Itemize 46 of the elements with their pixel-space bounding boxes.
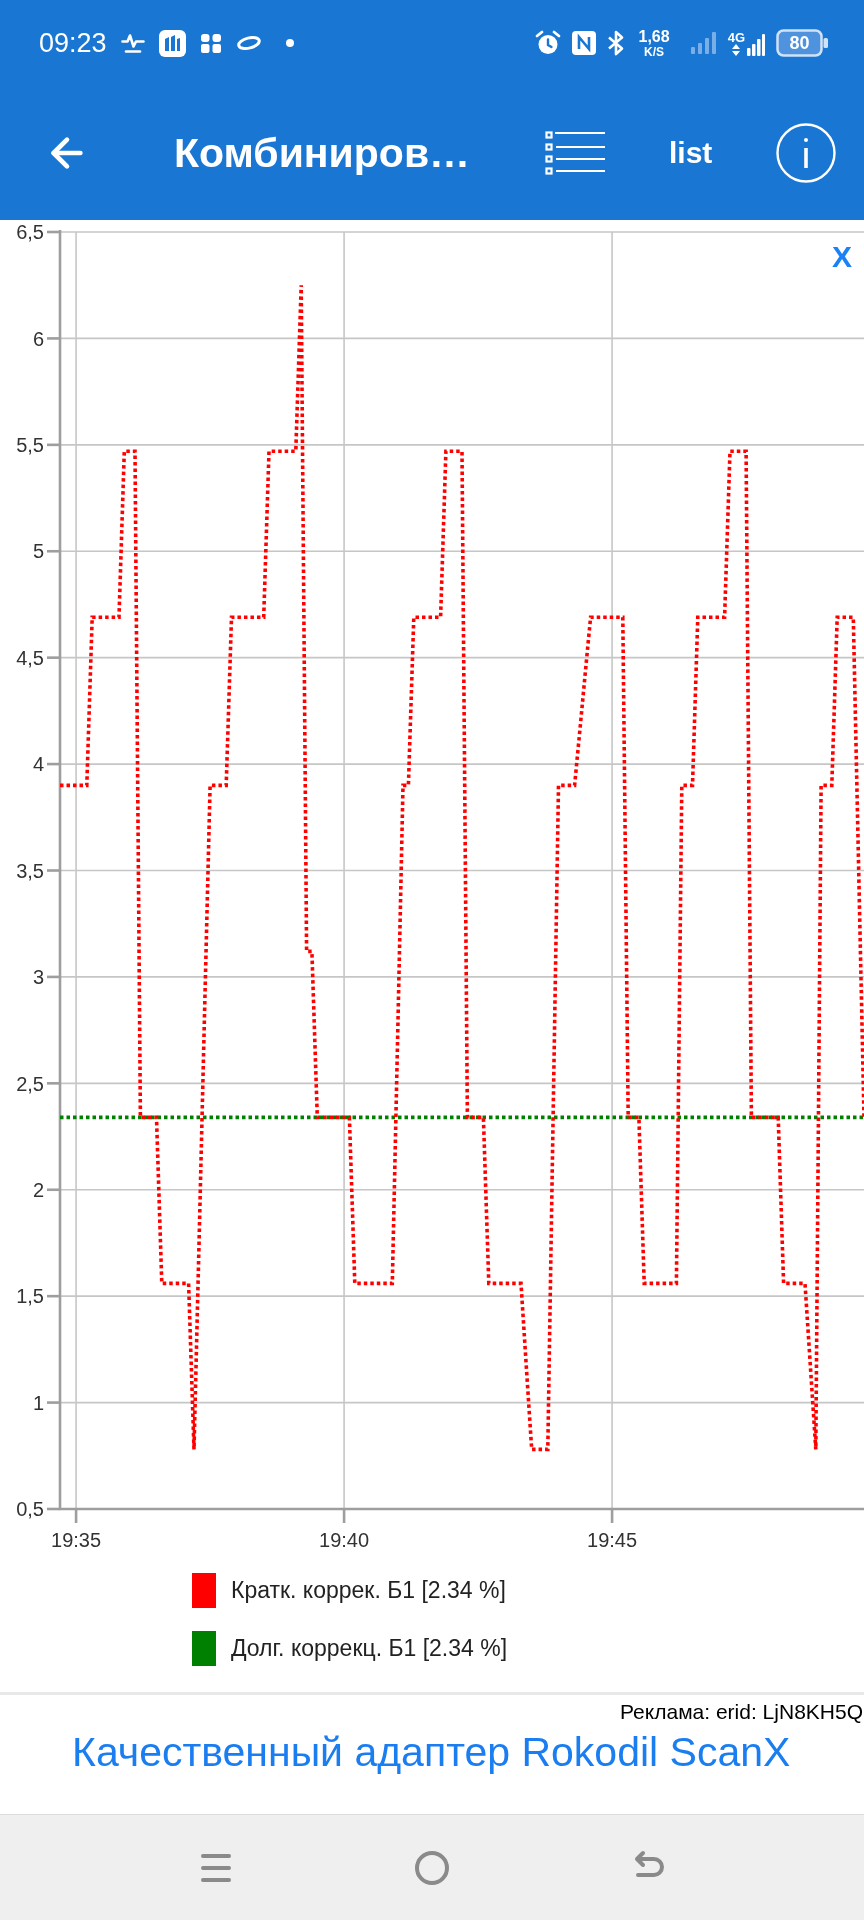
x-axis-label: 19:45 <box>587 1529 638 1551</box>
home-icon <box>414 1849 450 1886</box>
ring-icon <box>235 35 262 51</box>
grid-icon <box>199 32 222 54</box>
list-icon <box>545 131 605 175</box>
info-button[interactable] <box>776 123 836 183</box>
info-icon <box>776 123 836 183</box>
y-axis-label: 3 <box>32 966 44 989</box>
y-axis-label: 5 <box>32 540 44 563</box>
ad-label: Реклама: erid: LjN8KH5Q <box>620 1700 863 1724</box>
x-axis-label: 19:40 <box>319 1529 370 1551</box>
y-axis-label: 3,5 <box>16 859 44 882</box>
x-axis-label: 19:35 <box>51 1529 102 1551</box>
legend-label: Кратк. коррек. Б1 [2.34 %] <box>231 1579 506 1602</box>
alarm-icon <box>534 30 561 56</box>
bluetooth-icon <box>606 30 625 56</box>
y-axis-label: 6,5 <box>16 221 44 244</box>
list-button[interactable]: list <box>669 138 713 168</box>
y-axis-label: 1 <box>32 1391 44 1414</box>
y-axis-label: 2 <box>32 1178 44 1201</box>
network-speed-unit: K/S <box>644 45 665 58</box>
clock-time: 09:23 <box>39 29 107 57</box>
y-axis-label: 1,5 <box>16 1285 44 1308</box>
y-axis-label: 0,5 <box>16 1498 44 1521</box>
nfc-icon <box>571 31 596 55</box>
y-axis-label: 2,5 <box>16 1072 44 1095</box>
activity-icon <box>120 32 145 54</box>
legend-label: Долг. коррекц. Б1 [2.34 %] <box>231 1637 508 1660</box>
data-arrows-icon <box>732 43 741 56</box>
network-speed: 1,68 <box>638 28 670 45</box>
network-type: 4G <box>727 30 745 44</box>
signal-icon <box>747 33 765 56</box>
screen-title: Комбиниров… <box>174 132 472 174</box>
battery-icon <box>776 29 828 57</box>
ad-link[interactable]: Качественный адаптер Rokodil ScanX <box>72 1728 791 1776</box>
home-button[interactable] <box>414 1849 450 1886</box>
close-button[interactable]: X <box>832 242 852 272</box>
bar-chart-icon <box>158 29 186 57</box>
dot-icon <box>285 39 294 47</box>
battery-level: 80 <box>789 34 810 52</box>
signal-icon <box>690 32 717 54</box>
y-axis-label: 5,5 <box>16 434 44 457</box>
list-view-button[interactable] <box>545 131 605 175</box>
y-axis-label: 6 <box>32 327 44 350</box>
y-axis-label: 4,5 <box>16 646 44 669</box>
y-axis-label: 4 <box>32 753 44 776</box>
